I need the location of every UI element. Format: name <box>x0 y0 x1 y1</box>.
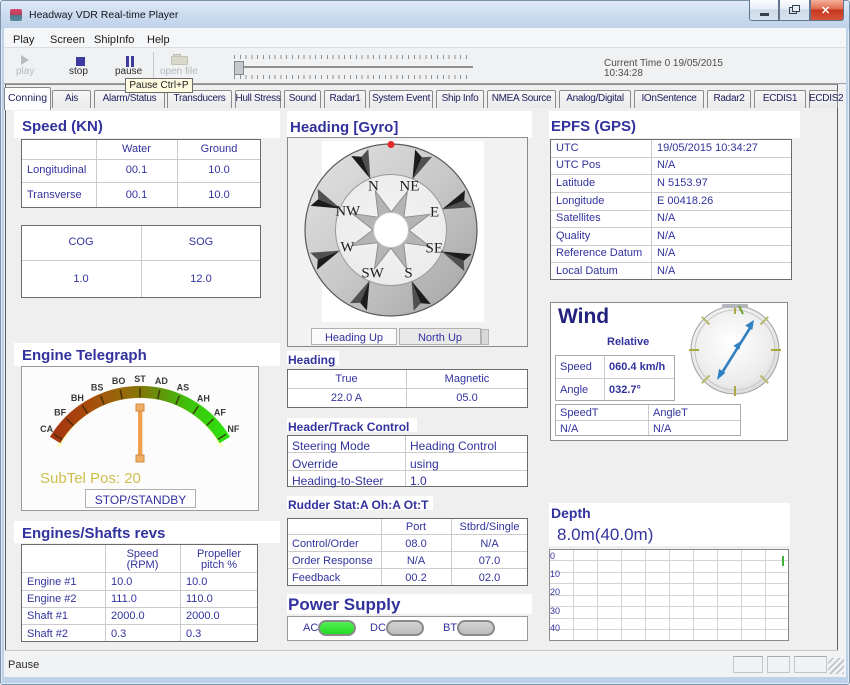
svg-text:NW: NW <box>335 204 361 220</box>
svg-text:BS: BS <box>91 383 104 393</box>
svg-text:SE: SE <box>426 240 444 256</box>
svg-text:NF: NF <box>227 424 239 434</box>
svg-text:SW: SW <box>361 265 384 281</box>
svg-text:CA: CA <box>40 424 53 434</box>
svg-text:AH: AH <box>197 394 210 404</box>
svg-text:BH: BH <box>71 393 84 403</box>
svg-text:S: S <box>404 266 412 282</box>
svg-text:AF: AF <box>214 408 226 418</box>
svg-text:BF: BF <box>54 408 66 418</box>
svg-text:N: N <box>368 178 379 194</box>
svg-text:E: E <box>430 204 439 220</box>
svg-text:AD: AD <box>155 376 168 386</box>
svg-text:AS: AS <box>177 383 190 393</box>
svg-text:ST: ST <box>134 374 146 384</box>
svg-text:BO: BO <box>112 376 126 386</box>
svg-text:W: W <box>340 240 355 256</box>
svg-text:NE: NE <box>399 179 419 195</box>
